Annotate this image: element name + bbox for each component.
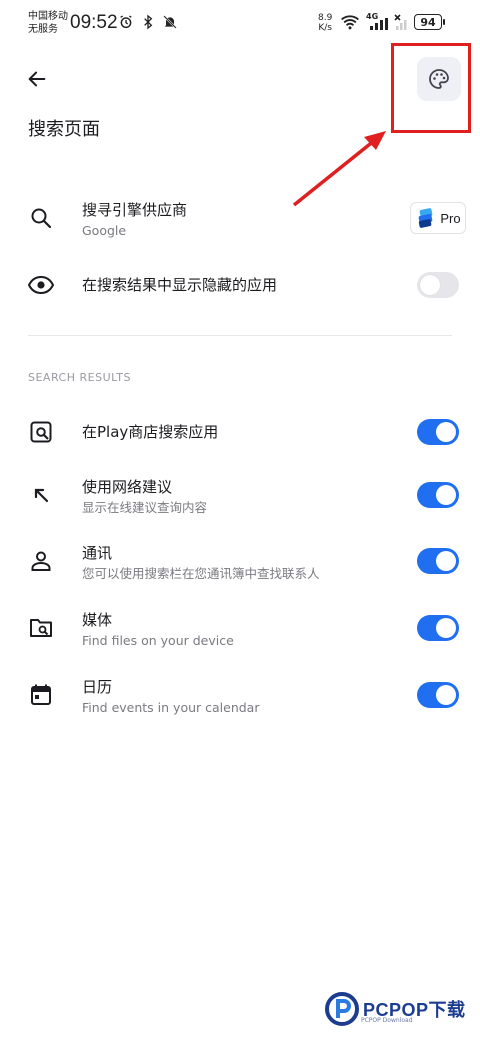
status-bar: 中国移动 无服务 09:52 8.9 K/s 4G 94 bbox=[0, 0, 480, 44]
media-label: 媒体 bbox=[82, 611, 113, 629]
carrier-name: 中国移动 bbox=[28, 11, 68, 22]
contacts-row[interactable]: 通讯 您可以使用搜索栏在您通讯簿中查找联系人 bbox=[0, 533, 480, 589]
page-title: 搜索页面 bbox=[28, 119, 100, 140]
search-provider-row[interactable]: 搜寻引擎供应商 Google bbox=[0, 190, 480, 246]
bluetooth-icon bbox=[144, 14, 153, 30]
contacts-desc: 您可以使用搜索栏在您通讯簿中查找联系人 bbox=[82, 566, 320, 581]
play-store-search-toggle[interactable] bbox=[417, 419, 459, 445]
media-toggle[interactable] bbox=[417, 615, 459, 641]
media-desc: Find files on your device bbox=[82, 633, 234, 648]
calendar-toggle[interactable] bbox=[417, 682, 459, 708]
net-speed: 8.9 K/s bbox=[318, 13, 332, 33]
watermark-sub: PCPOP Download bbox=[361, 1017, 413, 1024]
media-row[interactable]: 媒体 Find files on your device bbox=[0, 600, 480, 656]
web-suggestions-toggle[interactable] bbox=[417, 482, 459, 508]
section-header: SEARCH RESULTS bbox=[28, 371, 131, 384]
person-icon bbox=[28, 548, 54, 574]
calendar-desc: Find events in your calendar bbox=[82, 700, 260, 715]
back-button[interactable] bbox=[22, 64, 52, 94]
no-signal-icon bbox=[394, 14, 408, 30]
carrier-info: 中国移动 无服务 bbox=[28, 10, 68, 36]
folder-search-icon bbox=[28, 615, 54, 641]
calendar-label: 日历 bbox=[82, 678, 113, 696]
play-store-search-label: 在Play商店搜索应用 bbox=[82, 423, 219, 441]
show-hidden-apps-label: 在搜索结果中显示隐藏的应用 bbox=[82, 276, 278, 294]
store-search-icon bbox=[28, 419, 54, 445]
watermark: PCPOP下载 PCPOP Download bbox=[325, 992, 466, 1026]
arrow-up-left-icon bbox=[28, 482, 54, 508]
status-time: 09:52 bbox=[70, 12, 118, 33]
search-icon bbox=[28, 205, 54, 231]
calendar-icon bbox=[28, 682, 54, 708]
mute-bell-icon bbox=[163, 15, 177, 29]
battery-indicator: 94 bbox=[414, 14, 445, 30]
divider bbox=[28, 335, 452, 336]
web-suggestions-label: 使用网络建议 bbox=[82, 478, 173, 496]
palette-icon bbox=[429, 69, 449, 89]
search-provider-value: Google bbox=[82, 223, 127, 238]
web-suggestions-desc: 显示在线建议查询内容 bbox=[82, 500, 208, 515]
pcpop-logo-icon bbox=[325, 992, 359, 1026]
contacts-toggle[interactable] bbox=[417, 548, 459, 574]
web-suggestions-row[interactable]: 使用网络建议 显示在线建议查询内容 bbox=[0, 467, 480, 523]
net-speed-unit: K/s bbox=[318, 23, 332, 33]
theme-palette-button[interactable] bbox=[417, 57, 461, 101]
alarm-icon bbox=[120, 15, 132, 29]
contacts-label: 通讯 bbox=[82, 544, 113, 562]
wifi-icon bbox=[341, 15, 359, 30]
pro-badge[interactable]: Pro bbox=[410, 202, 466, 234]
show-hidden-apps-toggle[interactable] bbox=[417, 272, 459, 298]
carrier-service: 无服务 bbox=[28, 24, 58, 35]
pro-badge-label: Pro bbox=[440, 210, 461, 226]
calendar-row[interactable]: 日历 Find events in your calendar bbox=[0, 667, 480, 723]
net-speed-value: 8.9 bbox=[318, 13, 333, 23]
arrow-left-icon bbox=[28, 71, 46, 87]
play-store-search-row[interactable]: 在Play商店搜索应用 bbox=[0, 404, 480, 460]
pro-logo-icon bbox=[419, 208, 433, 228]
signal-icon: 4G bbox=[366, 12, 388, 30]
eye-icon bbox=[28, 272, 54, 298]
search-provider-label: 搜寻引擎供应商 bbox=[82, 201, 188, 219]
show-hidden-apps-row[interactable]: 在搜索结果中显示隐藏的应用 bbox=[0, 257, 480, 313]
